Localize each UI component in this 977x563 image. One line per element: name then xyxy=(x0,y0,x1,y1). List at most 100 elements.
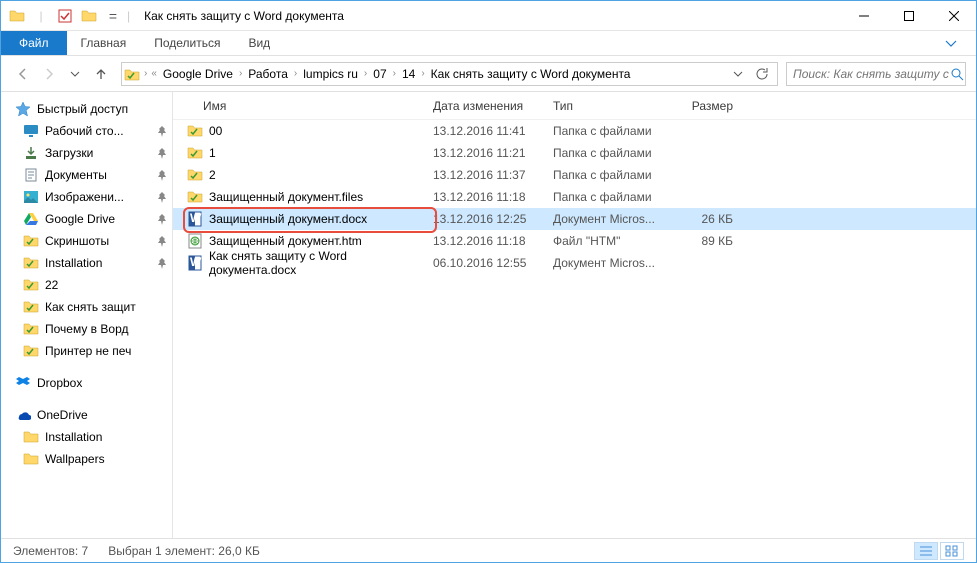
sidebar-item[interactable]: Installation xyxy=(1,426,172,448)
pin-icon xyxy=(154,235,166,247)
onedrive-icon xyxy=(15,407,31,423)
sidebar-dropbox[interactable]: Dropbox xyxy=(1,372,172,394)
sidebar-item-label: Почему в Ворд xyxy=(45,322,128,336)
file-row[interactable]: 113.12.2016 11:21Папка с файлами xyxy=(173,142,976,164)
checkbox-icon[interactable] xyxy=(57,8,73,24)
nav-forward-button[interactable] xyxy=(37,62,61,86)
file-type: Папка с файлами xyxy=(553,124,673,138)
sidebar-item[interactable]: Wallpapers xyxy=(1,448,172,470)
qat-dropdown-icon[interactable]: = xyxy=(105,8,121,24)
status-count: Элементов: 7 xyxy=(13,544,88,558)
ribbon-tab-share[interactable]: Поделиться xyxy=(140,31,234,55)
sidebar-item-label: Скриншоты xyxy=(45,234,109,248)
folder-icon xyxy=(124,67,142,81)
column-name[interactable]: Имя xyxy=(173,99,433,113)
ellipsis[interactable]: « xyxy=(149,68,159,79)
chevron-right-icon[interactable]: › xyxy=(237,68,244,79)
title-bar: | = | Как снять защиту с Word документа xyxy=(1,1,976,31)
file-type: Папка с файлами xyxy=(553,190,673,204)
file-type: Папка с файлами xyxy=(553,168,673,182)
view-details-button[interactable] xyxy=(914,542,938,560)
search-box[interactable] xyxy=(786,62,966,86)
sidebar-item[interactable]: Загрузки xyxy=(1,142,172,164)
folder-icon xyxy=(23,255,39,271)
view-icons-button[interactable] xyxy=(940,542,964,560)
sidebar-item[interactable]: Как снять защит xyxy=(1,296,172,318)
dropbox-icon xyxy=(15,375,31,391)
qat: | = | xyxy=(1,8,136,24)
breadcrumb[interactable]: lumpics ru xyxy=(299,67,362,81)
column-size[interactable]: Размер xyxy=(673,99,753,113)
divider: | xyxy=(33,8,49,24)
ribbon-tab-home[interactable]: Главная xyxy=(67,31,141,55)
sidebar-item[interactable]: Installation xyxy=(1,252,172,274)
ribbon: Файл Главная Поделиться Вид xyxy=(1,31,976,56)
file-row[interactable]: Как снять защиту с Word документа.docx06… xyxy=(173,252,976,274)
file-name: 1 xyxy=(209,146,216,160)
sidebar-item[interactable]: 22 xyxy=(1,274,172,296)
file-date: 13.12.2016 11:21 xyxy=(433,146,553,160)
documents-icon xyxy=(23,167,39,183)
folder-icon xyxy=(23,343,39,359)
body: Быстрый доступ Рабочий сто... Загрузки Док… xyxy=(1,92,976,538)
breadcrumb[interactable]: Google Drive xyxy=(159,67,237,81)
pin-icon xyxy=(154,169,166,181)
chevron-right-icon[interactable]: › xyxy=(419,68,426,79)
divider: | xyxy=(125,9,132,23)
navigation-pane[interactable]: Быстрый доступ Рабочий сто... Загрузки Док… xyxy=(1,92,173,538)
file-row[interactable]: Защищенный документ.files13.12.2016 11:1… xyxy=(173,186,976,208)
file-size: 89 КБ xyxy=(673,234,753,248)
sidebar-label: Dropbox xyxy=(37,376,82,390)
address-bar[interactable]: › « Google Drive› Работа› lumpics ru› 07… xyxy=(121,62,778,86)
chevron-right-icon[interactable]: › xyxy=(292,68,299,79)
file-row[interactable]: 213.12.2016 11:37Папка с файлами xyxy=(173,164,976,186)
breadcrumb[interactable]: Работа xyxy=(244,67,292,81)
desktop-icon xyxy=(23,123,39,139)
sidebar-item[interactable]: Изображени... xyxy=(1,186,172,208)
sidebar-item-label: Рабочий сто... xyxy=(45,124,124,138)
sidebar-item[interactable]: Скриншоты xyxy=(1,230,172,252)
file-row[interactable]: 0013.12.2016 11:41Папка с файлами xyxy=(173,120,976,142)
ribbon-file-tab[interactable]: Файл xyxy=(1,31,67,55)
breadcrumb[interactable]: 07 xyxy=(369,67,390,81)
folder-icon-2[interactable] xyxy=(81,8,97,24)
refresh-button[interactable] xyxy=(749,67,775,81)
pin-icon xyxy=(154,147,166,159)
sidebar-item-label: Google Drive xyxy=(45,212,115,226)
chevron-right-icon[interactable]: › xyxy=(391,68,398,79)
breadcrumb[interactable]: 14 xyxy=(398,67,419,81)
column-type[interactable]: Тип xyxy=(553,99,673,113)
sidebar-quick-access[interactable]: Быстрый доступ xyxy=(1,98,172,120)
nav-recent-button[interactable] xyxy=(63,62,87,86)
sidebar-item[interactable]: Google Drive xyxy=(1,208,172,230)
sidebar-item[interactable]: Рабочий сто... xyxy=(1,120,172,142)
search-input[interactable] xyxy=(793,67,950,81)
sidebar-item-label: Изображени... xyxy=(45,190,124,204)
sidebar-item[interactable]: Принтер не печ xyxy=(1,340,172,362)
nav-back-button[interactable] xyxy=(11,62,35,86)
chevron-right-icon[interactable]: › xyxy=(362,68,369,79)
folder-icon xyxy=(23,429,39,445)
close-button[interactable] xyxy=(931,1,976,30)
chevron-right-icon[interactable]: › xyxy=(142,68,149,79)
address-dropdown[interactable] xyxy=(727,69,749,79)
pin-icon xyxy=(154,257,166,269)
folder-icon xyxy=(23,451,39,467)
minimize-button[interactable] xyxy=(841,1,886,30)
search-icon[interactable] xyxy=(950,67,964,81)
sidebar-item[interactable]: Документы xyxy=(1,164,172,186)
breadcrumb[interactable]: Как снять защиту с Word документа xyxy=(427,67,635,81)
ribbon-expand-button[interactable] xyxy=(926,31,976,55)
sidebar-item-label: Загрузки xyxy=(45,146,93,160)
nav-up-button[interactable] xyxy=(89,62,113,86)
column-modified[interactable]: Дата изменения xyxy=(433,99,553,113)
sidebar-item-label: Installation xyxy=(45,256,102,270)
pin-icon xyxy=(154,191,166,203)
maximize-button[interactable] xyxy=(886,1,931,30)
sidebar-item[interactable]: Почему в Ворд xyxy=(1,318,172,340)
file-row[interactable]: Защищенный документ.docx13.12.2016 12:25… xyxy=(173,208,976,230)
sidebar-onedrive[interactable]: OneDrive xyxy=(1,404,172,426)
file-date: 13.12.2016 11:18 xyxy=(433,190,553,204)
ribbon-tab-view[interactable]: Вид xyxy=(234,31,284,55)
nav-bar: › « Google Drive› Работа› lumpics ru› 07… xyxy=(1,56,976,92)
